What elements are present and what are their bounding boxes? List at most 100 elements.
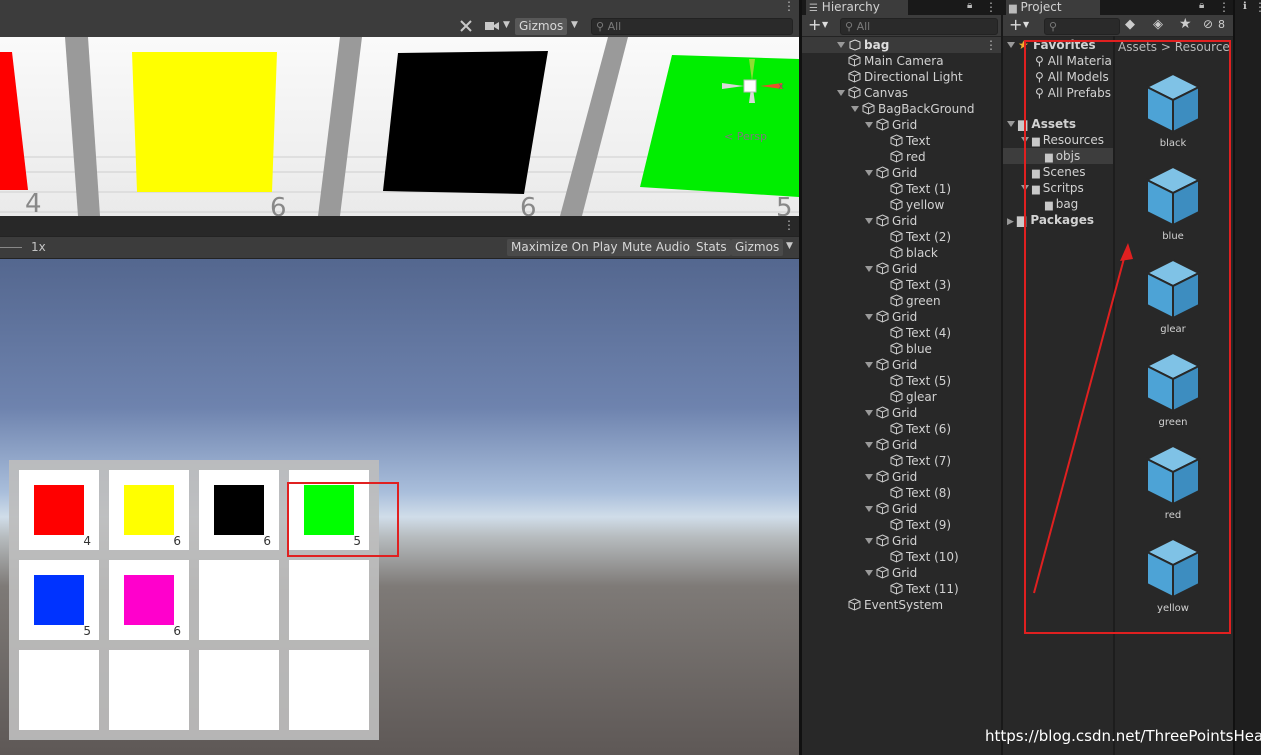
hierarchy-item[interactable]: Grid xyxy=(865,501,917,517)
hierarchy-item[interactable]: Text (3) xyxy=(879,277,951,293)
create-icon[interactable]: + xyxy=(1009,15,1022,34)
hierarchy-lock-icon[interactable]: 🔒︎ xyxy=(967,0,972,11)
expand-arrow-icon[interactable] xyxy=(837,42,845,48)
project-tab[interactable]: ▆ Project xyxy=(1006,0,1100,15)
inventory-slot-1[interactable]: 4 xyxy=(19,470,99,550)
expand-arrow-icon[interactable] xyxy=(865,362,873,368)
filter-label-icon[interactable]: ◈ xyxy=(1153,17,1163,32)
hierarchy-item[interactable]: blue xyxy=(879,341,932,357)
expand-arrow-icon[interactable] xyxy=(851,106,859,112)
expand-arrow-icon[interactable] xyxy=(865,410,873,416)
persp-label[interactable]: < Persp xyxy=(724,130,767,143)
scene-search-input[interactable]: ⚲ All xyxy=(591,18,793,35)
game-menu-icon[interactable]: ⋮ xyxy=(783,218,795,232)
camera-icon[interactable] xyxy=(485,20,499,32)
stats-button[interactable]: Stats xyxy=(692,239,731,256)
hierarchy-item[interactable]: Grid xyxy=(865,533,917,549)
expand-arrow-icon[interactable] xyxy=(865,570,873,576)
inventory-slot-5[interactable]: 5 xyxy=(19,560,99,640)
hierarchy-item[interactable]: Text (7) xyxy=(879,453,951,469)
inventory-slot-10[interactable] xyxy=(109,650,189,730)
expand-arrow-icon[interactable] xyxy=(865,218,873,224)
hierarchy-item[interactable]: Text (5) xyxy=(879,373,951,389)
filter-type-icon[interactable]: ◆ xyxy=(1125,17,1135,32)
hierarchy-item[interactable]: EventSystem xyxy=(837,597,943,613)
hierarchy-item[interactable]: Grid xyxy=(865,565,917,581)
hidden-packages-icon[interactable]: ⊘ xyxy=(1203,17,1213,31)
expand-arrow-icon[interactable] xyxy=(865,170,873,176)
scene-menu-icon[interactable]: ⋮ xyxy=(783,0,795,14)
hierarchy-menu-icon[interactable]: ⋮ xyxy=(985,0,997,14)
expand-arrow-icon[interactable] xyxy=(865,506,873,512)
add-dropdown-icon[interactable]: ▼ xyxy=(822,20,828,29)
expand-arrow-icon[interactable] xyxy=(837,90,845,96)
hierarchy-item[interactable]: green xyxy=(879,293,941,309)
add-icon[interactable]: + xyxy=(808,15,821,34)
gizmos-dropdown-icon[interactable]: ▼ xyxy=(571,20,578,30)
hierarchy-item[interactable]: yellow xyxy=(879,197,944,213)
hierarchy-item[interactable]: Text (9) xyxy=(879,517,951,533)
project-search-input[interactable]: ⚲ xyxy=(1044,18,1120,35)
hierarchy-search-input[interactable]: ⚲ All xyxy=(840,18,998,35)
hierarchy-item[interactable]: Text (8) xyxy=(879,485,951,501)
collapse-arrow-icon[interactable]: ▶ xyxy=(1007,217,1014,227)
hierarchy-item[interactable]: Text xyxy=(879,133,930,149)
camera-dropdown-icon[interactable]: ▼ xyxy=(503,20,510,30)
scene-viewport[interactable]: 4 6 6 5 x < Persp xyxy=(0,37,799,216)
hierarchy-item[interactable]: Main Camera xyxy=(837,53,944,69)
game-gizmos-dropdown-icon[interactable]: ▼ xyxy=(786,241,793,251)
expand-arrow-icon[interactable] xyxy=(865,442,873,448)
game-gizmos-button[interactable]: Gizmos xyxy=(731,239,784,256)
hierarchy-item[interactable]: Text (6) xyxy=(879,421,951,437)
expand-arrow-icon[interactable] xyxy=(865,538,873,544)
hierarchy-item[interactable]: Text (10) xyxy=(879,549,959,565)
hierarchy-item[interactable]: Grid xyxy=(865,165,917,181)
tools-icon[interactable] xyxy=(458,18,474,34)
inventory-slot-6[interactable]: 6 xyxy=(109,560,189,640)
hierarchy-item[interactable]: Grid xyxy=(865,405,917,421)
inventory-slot-12[interactable] xyxy=(289,650,369,730)
favorite-star-icon[interactable]: ★ xyxy=(1179,16,1192,32)
mute-audio-button[interactable]: Mute Audio xyxy=(618,239,694,256)
hierarchy-item[interactable]: BagBackGround xyxy=(851,101,974,117)
inventory-slot-8[interactable] xyxy=(289,560,369,640)
maximize-on-play-button[interactable]: Maximize On Play xyxy=(507,239,622,256)
hierarchy-item[interactable]: Grid xyxy=(865,213,917,229)
hierarchy-item[interactable]: Grid xyxy=(865,261,917,277)
info-icon[interactable]: ℹ xyxy=(1243,1,1247,12)
hierarchy-item[interactable]: Text (2) xyxy=(879,229,951,245)
expand-arrow-icon[interactable] xyxy=(865,474,873,480)
hierarchy-item[interactable]: Grid xyxy=(865,117,917,133)
hierarchy-item[interactable]: Directional Light xyxy=(837,69,963,85)
create-dropdown-icon[interactable]: ▼ xyxy=(1023,20,1029,29)
expand-arrow-icon[interactable] xyxy=(865,122,873,128)
hierarchy-item[interactable]: Grid xyxy=(865,357,917,373)
expand-arrow-icon[interactable] xyxy=(1007,121,1015,127)
inventory-slot-9[interactable] xyxy=(19,650,99,730)
hierarchy-item[interactable]: Canvas xyxy=(837,85,908,101)
scene-root-menu-icon[interactable]: ⋮ xyxy=(985,37,997,53)
hierarchy-item[interactable]: Grid xyxy=(865,469,917,485)
inventory-slot-7[interactable] xyxy=(199,560,279,640)
scale-slider[interactable] xyxy=(0,247,22,248)
hierarchy-item[interactable]: Text (1) xyxy=(879,181,951,197)
expand-arrow-icon[interactable] xyxy=(1007,42,1015,48)
inventory-slot-2[interactable]: 6 xyxy=(109,470,189,550)
hierarchy-item[interactable]: Grid xyxy=(865,437,917,453)
hierarchy-tab[interactable]: ☰ Hierarchy xyxy=(806,0,908,15)
expand-arrow-icon[interactable] xyxy=(865,314,873,320)
inspector-menu-icon[interactable]: ⋮ xyxy=(1254,0,1261,14)
hierarchy-item[interactable]: Grid xyxy=(865,309,917,325)
hierarchy-item[interactable]: black xyxy=(879,245,938,261)
inventory-slot-11[interactable] xyxy=(199,650,279,730)
scene-gizmos-button[interactable]: Gizmos xyxy=(515,18,568,35)
expand-arrow-icon[interactable] xyxy=(865,266,873,272)
hierarchy-item[interactable]: red xyxy=(879,149,926,165)
hierarchy-root-row[interactable]: bag ⋮ xyxy=(802,37,1001,53)
hierarchy-item[interactable]: glear xyxy=(879,389,937,405)
project-lock-icon[interactable]: 🔒︎ xyxy=(1199,0,1204,11)
inventory-slot-3[interactable]: 6 xyxy=(199,470,279,550)
project-menu-icon[interactable]: ⋮ xyxy=(1218,0,1230,14)
hierarchy-item[interactable]: Text (4) xyxy=(879,325,951,341)
hierarchy-item[interactable]: Text (11) xyxy=(879,581,959,597)
